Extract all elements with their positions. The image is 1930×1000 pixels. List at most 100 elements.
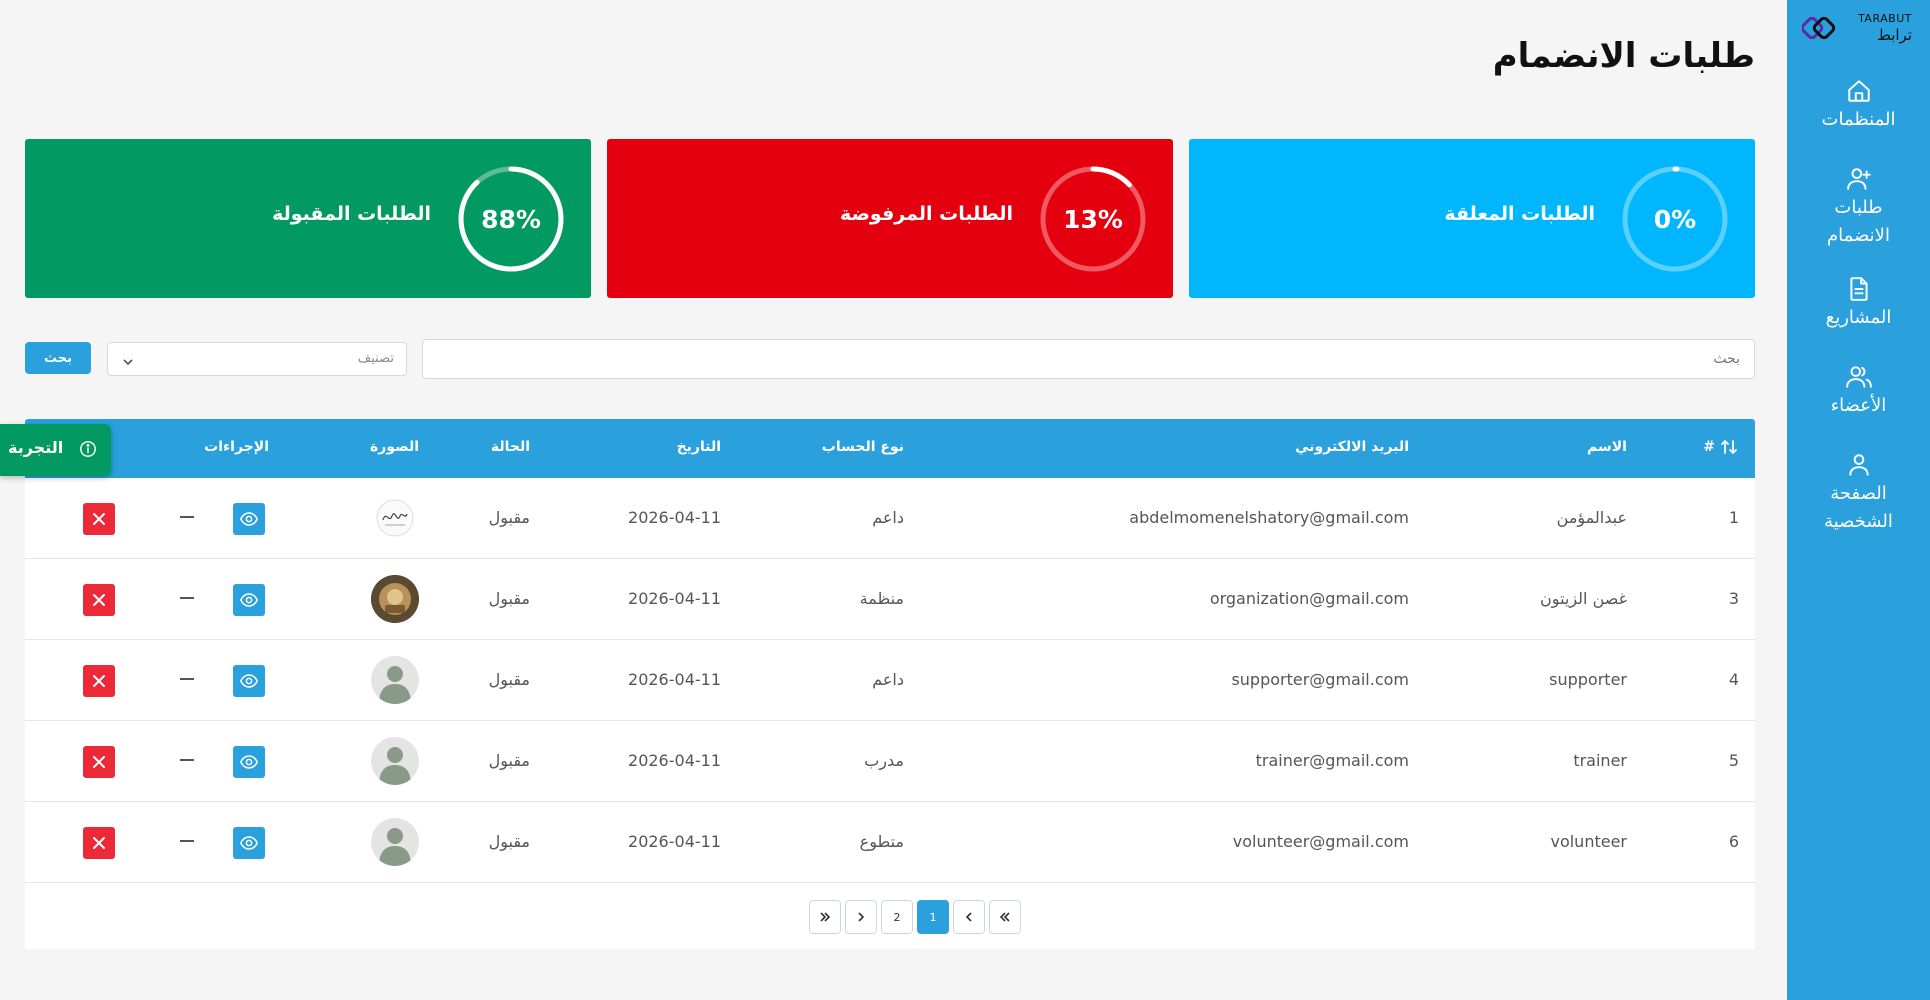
reject-button[interactable] bbox=[83, 827, 115, 859]
table-header: # الاسم البريد الالكتروني نوع الحساب الت… bbox=[25, 419, 1755, 478]
row-date: 2026-04-11 bbox=[628, 670, 721, 689]
reject-button[interactable] bbox=[83, 746, 115, 778]
sidebar-item-organizations[interactable]: المنظمات bbox=[1787, 76, 1930, 164]
last-page-button[interactable] bbox=[989, 900, 1021, 934]
row-email: trainer@gmail.com bbox=[1255, 751, 1409, 770]
row-index: 6 bbox=[1728, 832, 1739, 851]
avatar bbox=[371, 818, 419, 866]
prev-page-button[interactable] bbox=[845, 900, 877, 934]
row-date: 2026-04-11 bbox=[628, 751, 721, 770]
row-email: supporter@gmail.com bbox=[1231, 670, 1409, 689]
row-index: 3 bbox=[1728, 589, 1739, 608]
row-name: trainer bbox=[1573, 751, 1627, 770]
row-date: 2026-04-11 bbox=[628, 508, 721, 527]
row-status: مقبول bbox=[488, 589, 530, 608]
close-icon bbox=[93, 675, 105, 687]
row-status: مقبول bbox=[488, 508, 530, 527]
category-select[interactable]: تصنيف bbox=[107, 342, 407, 376]
row-account-type: مدرب bbox=[864, 751, 904, 770]
next-page-button[interactable] bbox=[953, 900, 985, 934]
row-email: abdelmomenelshatory@gmail.com bbox=[1129, 508, 1409, 527]
stat-percent: 0% bbox=[1653, 204, 1697, 234]
close-icon bbox=[93, 513, 105, 525]
info-icon bbox=[79, 440, 97, 462]
stat-label: الطلبات المعلقة bbox=[1444, 203, 1595, 225]
sidebar-item-profile[interactable]: الصفحة الشخصية bbox=[1787, 450, 1930, 560]
trial-label: التجربة bbox=[8, 438, 64, 457]
row-account-type: داعم bbox=[872, 508, 904, 527]
search-input[interactable] bbox=[422, 339, 1755, 379]
page-button-current[interactable]: 1 bbox=[917, 900, 949, 934]
row-date: 2026-04-11 bbox=[628, 589, 721, 608]
header-date: التاريخ bbox=[676, 439, 721, 455]
dash-icon bbox=[180, 597, 194, 599]
stat-label: الطلبات المقبولة bbox=[272, 203, 431, 225]
sidebar-item-projects[interactable]: المشاريع bbox=[1787, 274, 1930, 362]
table-row: 1 عبدالمؤمن abdelmomenelshatory@gmail.co… bbox=[25, 478, 1755, 559]
stat-percent: 13% bbox=[1063, 204, 1123, 234]
chevron-left-icon bbox=[965, 912, 972, 922]
stat-card-accepted: 88% الطلبات المقبولة bbox=[25, 139, 591, 298]
view-button[interactable] bbox=[233, 665, 265, 697]
row-name: غصن الزيتون bbox=[1540, 589, 1627, 608]
dash-icon bbox=[180, 759, 194, 761]
view-button[interactable] bbox=[233, 503, 265, 535]
header-status: الحالة bbox=[490, 439, 530, 455]
header-image: الصورة bbox=[370, 439, 419, 455]
header-index: # bbox=[1703, 439, 1715, 455]
sidebar-item-label: الأعضاء bbox=[1830, 395, 1887, 416]
row-account-type: داعم bbox=[872, 670, 904, 689]
row-status: مقبول bbox=[488, 670, 530, 689]
dash-icon bbox=[180, 840, 194, 842]
stat-card-rejected: 13% الطلبات المرفوضة bbox=[607, 139, 1173, 298]
sidebar-item-label: المشاريع bbox=[1825, 307, 1892, 328]
user-plus-icon bbox=[1844, 164, 1874, 194]
users-icon bbox=[1844, 362, 1874, 392]
double-chevron-right-icon bbox=[820, 912, 831, 922]
first-page-button[interactable] bbox=[809, 900, 841, 934]
trial-tab[interactable]: التجربة bbox=[0, 424, 111, 476]
table-row: 4 supporter supporter@gmail.com داعم 202… bbox=[25, 640, 1755, 721]
brand-logo[interactable]: TARABUT ترابط bbox=[1802, 8, 1912, 48]
reject-button[interactable] bbox=[83, 503, 115, 535]
header-email: البريد الالكتروني bbox=[1295, 439, 1409, 455]
row-status: مقبول bbox=[488, 751, 530, 770]
avatar bbox=[371, 494, 419, 542]
eye-icon bbox=[240, 593, 258, 607]
stat-card-pending: 0% الطلبات المعلقة bbox=[1189, 139, 1755, 298]
row-email: organization@gmail.com bbox=[1209, 589, 1409, 608]
row-index: 5 bbox=[1728, 751, 1739, 770]
row-email: volunteer@gmail.com bbox=[1232, 832, 1409, 851]
row-index: 4 bbox=[1728, 670, 1739, 689]
page-title: طلبات الانضمام bbox=[1492, 36, 1755, 76]
reject-button[interactable] bbox=[83, 665, 115, 697]
sort-icon[interactable] bbox=[1719, 437, 1739, 461]
view-button[interactable] bbox=[233, 584, 265, 616]
chevron-right-icon bbox=[858, 912, 865, 922]
search-bar: تصنيف بحث bbox=[25, 339, 1755, 379]
view-button[interactable] bbox=[233, 827, 265, 859]
sidebar-item-members[interactable]: الأعضاء bbox=[1787, 362, 1930, 450]
search-button[interactable]: بحث bbox=[25, 342, 91, 374]
sidebar-item-label: الصفحة الشخصية bbox=[1824, 483, 1893, 532]
row-account-type: متطوع bbox=[859, 832, 904, 851]
view-button[interactable] bbox=[233, 746, 265, 778]
stat-label: الطلبات المرفوضة bbox=[840, 203, 1013, 225]
table-row: 6 volunteer volunteer@gmail.com متطوع 20… bbox=[25, 802, 1755, 883]
sidebar-item-join-requests[interactable]: طلبات الانضمام bbox=[1787, 164, 1930, 274]
double-chevron-left-icon bbox=[999, 912, 1010, 922]
dash-icon bbox=[180, 516, 194, 518]
close-icon bbox=[93, 756, 105, 768]
avatar bbox=[371, 575, 419, 623]
avatar bbox=[371, 656, 419, 704]
chevron-down-icon bbox=[122, 353, 134, 372]
sidebar-nav: المنظمات طلبات الانضمام المشاريع الأعضاء… bbox=[1787, 76, 1930, 560]
eye-icon bbox=[240, 755, 258, 769]
row-account-type: منظمة bbox=[859, 589, 904, 608]
eye-icon bbox=[240, 674, 258, 688]
reject-button[interactable] bbox=[83, 584, 115, 616]
sidebar-item-label: المنظمات bbox=[1821, 109, 1896, 130]
page-button[interactable]: 2 bbox=[881, 900, 913, 934]
home-icon bbox=[1844, 76, 1874, 106]
brand-name-en: TARABUT bbox=[1858, 12, 1912, 25]
